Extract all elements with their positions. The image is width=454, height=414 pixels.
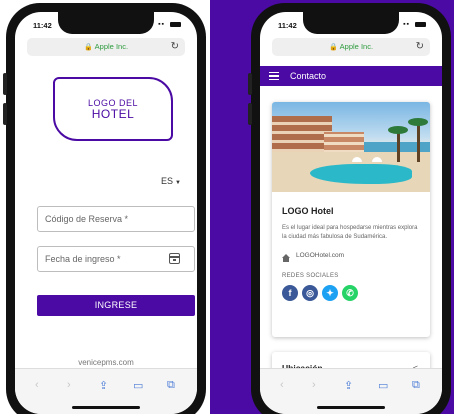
whatsapp-icon[interactable]: ✆ <box>342 285 358 301</box>
tabs-icon[interactable]: ⧉ <box>167 379 175 392</box>
url-text: Apple Inc. <box>94 42 129 51</box>
facebook-icon[interactable]: f <box>282 285 298 301</box>
share-icon[interactable]: ⇪ <box>99 379 108 392</box>
phone-screen-contact: 11:42 ▪▪ 🔒 Apple Inc. ↻ Contacto LOGO Ho… <box>260 12 442 414</box>
url-bar[interactable]: 🔒 Apple Inc. ↻ <box>272 38 430 56</box>
home-icon <box>282 253 290 262</box>
back-icon[interactable]: ‹ <box>35 379 39 391</box>
app-bar-title: Contacto <box>290 71 327 81</box>
website-link[interactable]: LOGOHotel.com <box>296 252 344 259</box>
forward-icon[interactable]: › <box>312 379 316 391</box>
phone-frame-right: 11:42 ▪▪ 🔒 Apple Inc. ↻ Contacto LOGO Ho… <box>248 3 451 414</box>
language-value: ES <box>161 176 174 186</box>
safari-toolbar: ‹ › ⇪ ▭ ⧉ <box>260 368 442 414</box>
reload-icon[interactable]: ↻ <box>416 38 424 56</box>
hotel-card: LOGO Hotel Es el lugar ideal para hosped… <box>272 102 430 337</box>
lock-icon: 🔒 <box>83 44 93 51</box>
instagram-icon[interactable]: ◎ <box>302 285 318 301</box>
hotel-photo <box>272 102 430 192</box>
tabs-icon[interactable]: ⧉ <box>412 379 420 392</box>
volume-button <box>3 103 7 125</box>
status-time: 11:42 <box>33 21 52 30</box>
reload-icon[interactable]: ↻ <box>171 38 179 56</box>
notch <box>303 12 399 34</box>
hotel-description: Es el lugar ideal para hospedarse mientr… <box>282 225 418 240</box>
social-title: REDES SOCIALES <box>282 273 339 279</box>
app-bar: Contacto <box>260 66 442 86</box>
bookmarks-icon[interactable]: ▭ <box>378 379 388 392</box>
notch <box>58 12 154 34</box>
bookmarks-icon[interactable]: ▭ <box>133 379 143 392</box>
photo-umbrella <box>352 157 362 162</box>
photo-palm <box>388 126 408 162</box>
volume-button <box>3 73 7 95</box>
status-icons: ▪▪ <box>158 21 181 28</box>
twitter-icon[interactable]: ✦ <box>322 285 338 301</box>
language-select[interactable]: ES ▼ <box>161 176 181 186</box>
share-icon[interactable]: ⇪ <box>344 379 353 392</box>
reservation-code-input[interactable]: Código de Reserva * <box>37 206 195 232</box>
home-indicator <box>317 406 385 409</box>
battery-icon <box>170 21 181 27</box>
hamburger-menu-icon[interactable] <box>269 72 279 80</box>
battery-icon <box>415 21 426 27</box>
photo-palm <box>408 118 428 162</box>
checkin-date-input[interactable]: Fecha de ingreso * <box>37 246 195 272</box>
social-icons: f ◎ ✦ ✆ <box>282 285 420 301</box>
forward-icon[interactable]: › <box>67 379 71 391</box>
status-icons: ▪▪ <box>403 21 426 28</box>
card-body: LOGO Hotel Es el lugar ideal para hosped… <box>272 192 430 301</box>
safari-toolbar: ‹ › ⇪ ▭ ⧉ <box>15 368 197 414</box>
phone-frame-left: 11:42 ▪▪ 🔒 Apple Inc. ↻ LOGO DEL HOTEL ES… <box>3 3 206 414</box>
submit-button[interactable]: INGRESE <box>37 295 195 316</box>
back-icon[interactable]: ‹ <box>280 379 284 391</box>
lock-icon: 🔒 <box>328 44 338 51</box>
chevron-down-icon: ▼ <box>175 180 181 186</box>
volume-button <box>248 73 252 95</box>
phone-screen-login: 11:42 ▪▪ 🔒 Apple Inc. ↻ LOGO DEL HOTEL ES… <box>15 12 197 414</box>
home-indicator <box>72 406 140 409</box>
photo-umbrella <box>372 157 382 162</box>
hotel-name: LOGO Hotel <box>282 206 334 216</box>
status-time: 11:42 <box>278 21 297 30</box>
checkin-date-placeholder: Fecha de ingreso * <box>45 254 121 264</box>
logo-line2: HOTEL <box>91 106 135 121</box>
volume-button <box>248 103 252 125</box>
hotel-logo: LOGO DEL HOTEL <box>53 77 173 141</box>
footer-link[interactable]: venicepms.com <box>15 358 197 367</box>
url-bar[interactable]: 🔒 Apple Inc. ↻ <box>27 38 185 56</box>
website-row[interactable]: LOGOHotel.com <box>282 252 420 262</box>
url-text: Apple Inc. <box>339 42 374 51</box>
calendar-icon[interactable] <box>169 253 180 264</box>
